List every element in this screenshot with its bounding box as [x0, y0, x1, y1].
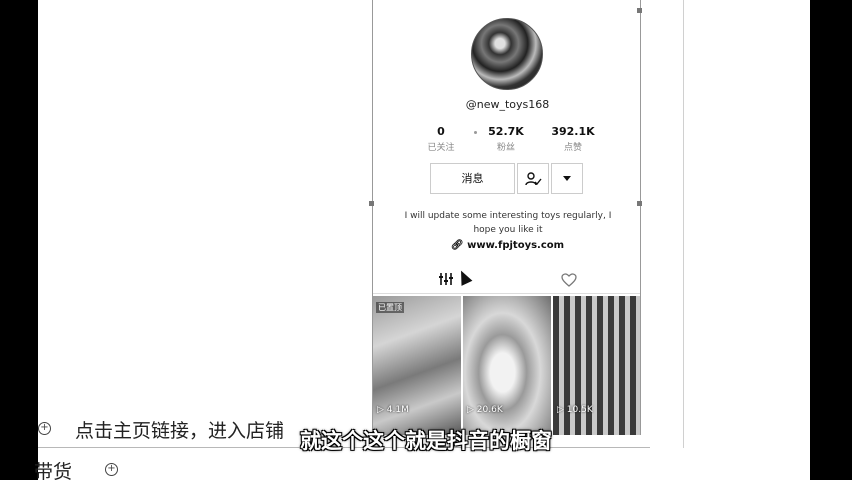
video-views-value: 10.5K: [566, 405, 593, 415]
message-button[interactable]: 消息: [430, 163, 515, 194]
stat-label: 已关注: [427, 143, 455, 153]
username: @new_toys168: [465, 98, 550, 111]
video-thumbnail[interactable]: ▷ 20.6K: [463, 296, 551, 435]
resize-handle[interactable]: [369, 201, 374, 206]
stat-value: 392.1K: [551, 125, 595, 138]
video-thumbnail[interactable]: ▷ 10.5K: [553, 296, 640, 435]
stat-value: 0: [437, 125, 445, 138]
stat-likes[interactable]: 392.1K 点赞: [543, 125, 603, 153]
more-button[interactable]: [551, 163, 583, 194]
profile-bio: I will update some interesting toys regu…: [404, 211, 612, 235]
video-views-value: 20.6K: [476, 405, 503, 415]
phone-screenshot: @new_toys168 0 已关注 52.7K 粉丝 392.1K 点赞 消息…: [372, 0, 641, 435]
avatar[interactable]: [471, 18, 543, 90]
letterbox-right: [810, 0, 852, 480]
heart-icon: [561, 273, 577, 287]
stat-following[interactable]: 0 已关注: [411, 125, 471, 153]
filter-icon: [439, 273, 453, 285]
video-thumbnail[interactable]: 已置顶 ▷ 4.1M: [373, 296, 461, 435]
tab-liked[interactable]: [561, 273, 577, 291]
stat-value: 52.7K: [488, 125, 524, 138]
video-views: ▷ 4.1M: [377, 405, 409, 415]
tabs-divider: [373, 293, 640, 294]
doc-line-2: 带货: [34, 461, 73, 480]
tab-videos[interactable]: [439, 272, 453, 290]
video-views: ▷ 20.6K: [467, 405, 503, 415]
video-views: ▷ 10.5K: [557, 405, 593, 415]
profile-link-text: www.fpjtoys.com: [467, 240, 565, 251]
letterbox-left: [0, 0, 38, 480]
doc-margin-line: [683, 0, 684, 448]
add-bullet-icon[interactable]: +: [105, 463, 118, 476]
video-subtitle: 就这个这个就是抖音的橱窗: [300, 429, 552, 453]
video-views-value: 4.1M: [386, 405, 409, 415]
stat-label: 点赞: [563, 143, 582, 153]
profile-link[interactable]: 🔗︎ www.fpjtoys.com: [373, 240, 640, 251]
stat-followers[interactable]: 52.7K 粉丝: [476, 125, 536, 153]
resize-handle[interactable]: [637, 201, 642, 206]
caret-down-icon: [563, 176, 571, 181]
link-icon: 🔗︎: [450, 240, 468, 251]
pinned-badge: 已置顶: [376, 302, 404, 313]
person-check-icon: [525, 172, 542, 186]
follow-status-button[interactable]: [517, 163, 549, 194]
stat-label: 粉丝: [496, 143, 515, 153]
resize-handle[interactable]: [637, 8, 642, 13]
